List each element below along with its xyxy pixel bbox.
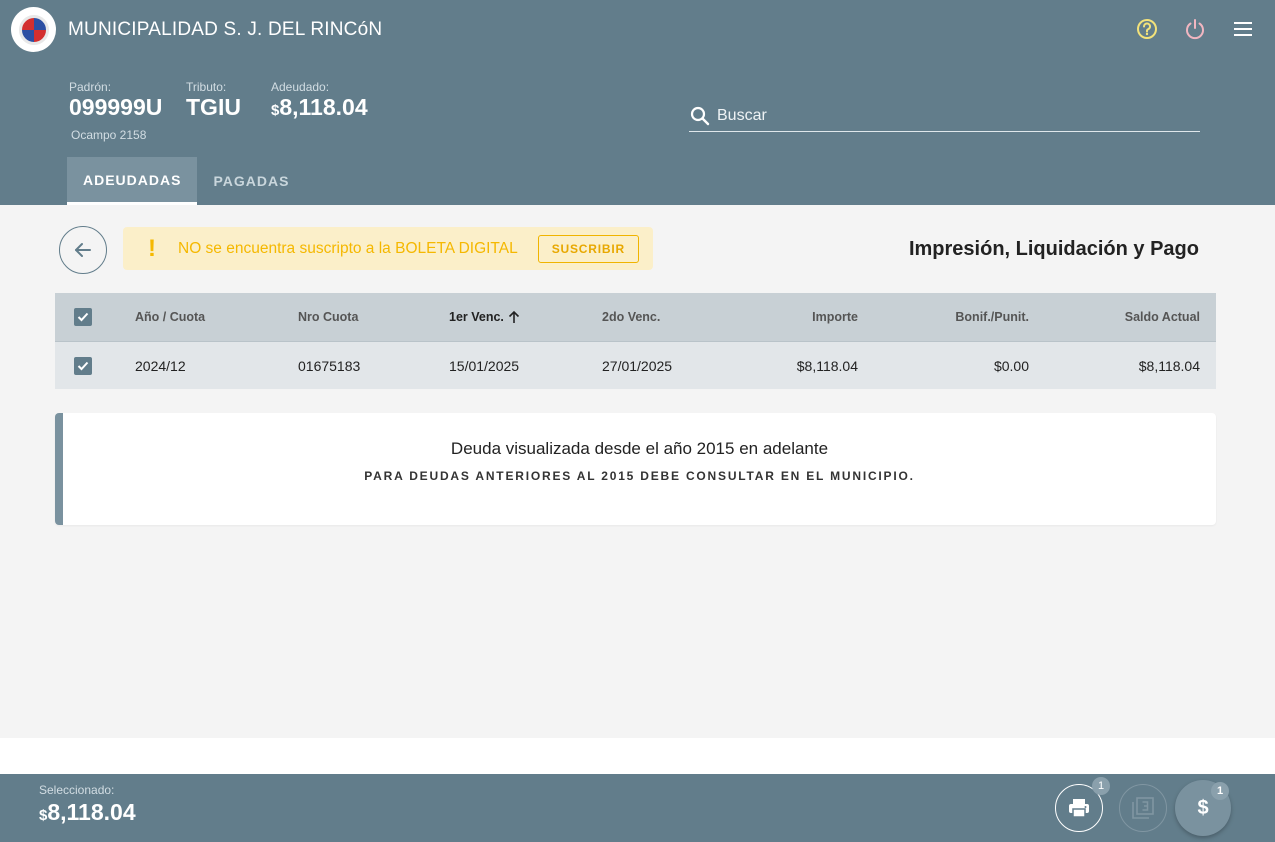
- cell-nro-cuota: 01675183: [298, 358, 361, 374]
- tab-pagadas[interactable]: PAGADAS: [197, 157, 305, 205]
- check-icon: [77, 361, 89, 371]
- tributo-value: TGIU: [186, 94, 241, 120]
- selected-value: 8,118.04: [47, 799, 136, 825]
- col-importe[interactable]: Importe: [812, 293, 858, 341]
- col-venc1: 1er Venc.: [449, 310, 504, 324]
- select-all-cell: [74, 293, 92, 341]
- cell-saldo: $8,118.04: [1138, 358, 1200, 374]
- cell-bonif: $0.00: [993, 358, 1029, 374]
- help-icon[interactable]: [1135, 16, 1159, 42]
- exclamation-icon: !: [148, 234, 156, 262]
- filter-3-icon: [1132, 797, 1154, 819]
- adeudado-block: Adeudado: $8,118.04: [271, 80, 368, 124]
- adeudado-amount: $8,118.04: [271, 94, 368, 124]
- arrow-left-icon: [75, 243, 91, 257]
- col-nro-cuota[interactable]: Nro Cuota: [298, 293, 358, 341]
- row-checkbox[interactable]: [74, 357, 92, 375]
- app-title: MUNICIPALIDAD S. J. DEL RINCóN: [68, 19, 383, 40]
- col-anio-cuota[interactable]: Año / Cuota: [135, 293, 205, 341]
- sort-arrow-up-icon: [508, 310, 519, 323]
- municipality-logo[interactable]: [11, 7, 56, 52]
- select-all-checkbox[interactable]: [74, 308, 92, 326]
- app-header: MUNICIPALIDAD S. J. DEL RINCóN Padrón: 0…: [0, 0, 1275, 205]
- adeudado-label: Adeudado:: [271, 80, 330, 94]
- tab-bar: ADEUDADAS PAGADAS: [67, 157, 305, 205]
- menu-icon[interactable]: [1231, 16, 1255, 42]
- cell-venc1: 15/01/2025: [449, 358, 520, 374]
- header-actions: [1135, 16, 1255, 42]
- pay-button[interactable]: $ 1: [1175, 780, 1231, 836]
- tributo-label: Tributo:: [186, 80, 227, 94]
- row-select-cell: [74, 342, 92, 390]
- logo-emblem: [18, 14, 49, 45]
- subscribe-button[interactable]: SUSCRIBIR: [537, 234, 639, 263]
- col-venc1-cell[interactable]: 1er Venc.: [449, 293, 521, 341]
- padron-value: 099999U: [69, 94, 163, 120]
- padron-label: Padrón:: [69, 80, 112, 94]
- address: Ocampo 2158: [71, 128, 147, 142]
- check-icon: [77, 312, 89, 322]
- notice-sub-text: PARA DEUDAS ANTERIORES AL 2015 DEBE CONS…: [364, 469, 915, 483]
- col-saldo[interactable]: Saldo Actual: [1125, 293, 1200, 341]
- cell-importe: $8,118.04: [796, 358, 858, 374]
- tab-adeudadas[interactable]: ADEUDADAS: [67, 157, 198, 205]
- printer-icon: [1069, 799, 1089, 818]
- debt-notice: Deuda visualizada desde el año 2015 en a…: [55, 413, 1216, 525]
- print-button[interactable]: 1: [1055, 777, 1110, 832]
- selection-footer: Seleccionado: $8,118.04 1 $ 1: [0, 774, 1275, 842]
- selected-label: Seleccionado:: [39, 783, 115, 797]
- section-title: Impresión, Liquidación y Pago: [908, 238, 1199, 260]
- back-button[interactable]: [59, 226, 107, 274]
- search-field[interactable]: Buscar: [689, 100, 1200, 132]
- search-input[interactable]: Buscar: [717, 107, 767, 125]
- subscription-alert: ! NO se encuentra suscripto a la BOLETA …: [123, 227, 653, 270]
- col-bonif[interactable]: Bonif./Punit.: [955, 293, 1029, 341]
- pay-badge: 1: [1211, 782, 1229, 800]
- table-header: Año / Cuota Nro Cuota 1er Venc. 2do Venc…: [55, 293, 1216, 341]
- adeudado-value: 8,118.04: [279, 94, 368, 120]
- padron-block: Padrón: 099999U: [69, 80, 162, 120]
- search-icon: [690, 106, 710, 125]
- selected-amount: $8,118.04: [39, 799, 136, 826]
- debts-table: Año / Cuota Nro Cuota 1er Venc. 2do Venc…: [55, 293, 1216, 389]
- print-badge: 1: [1092, 777, 1110, 795]
- cell-venc2: 27/01/2025: [602, 358, 673, 374]
- dollar-icon: $: [1197, 796, 1209, 819]
- alert-text: NO se encuentra suscripto a la BOLETA DI…: [178, 239, 518, 257]
- copies-button[interactable]: [1119, 784, 1167, 832]
- notice-main-text: Deuda visualizada desde el año 2015 en a…: [450, 439, 829, 458]
- tributo-block: Tributo: TGIU: [186, 80, 241, 120]
- content-bottom-strip: [0, 738, 1275, 774]
- power-icon[interactable]: [1183, 16, 1207, 42]
- table-row[interactable]: 2024/12 01675183 15/01/2025 27/01/2025 $…: [55, 341, 1216, 389]
- cell-anio-cuota: 2024/12: [135, 358, 186, 374]
- col-venc2[interactable]: 2do Venc.: [602, 293, 660, 341]
